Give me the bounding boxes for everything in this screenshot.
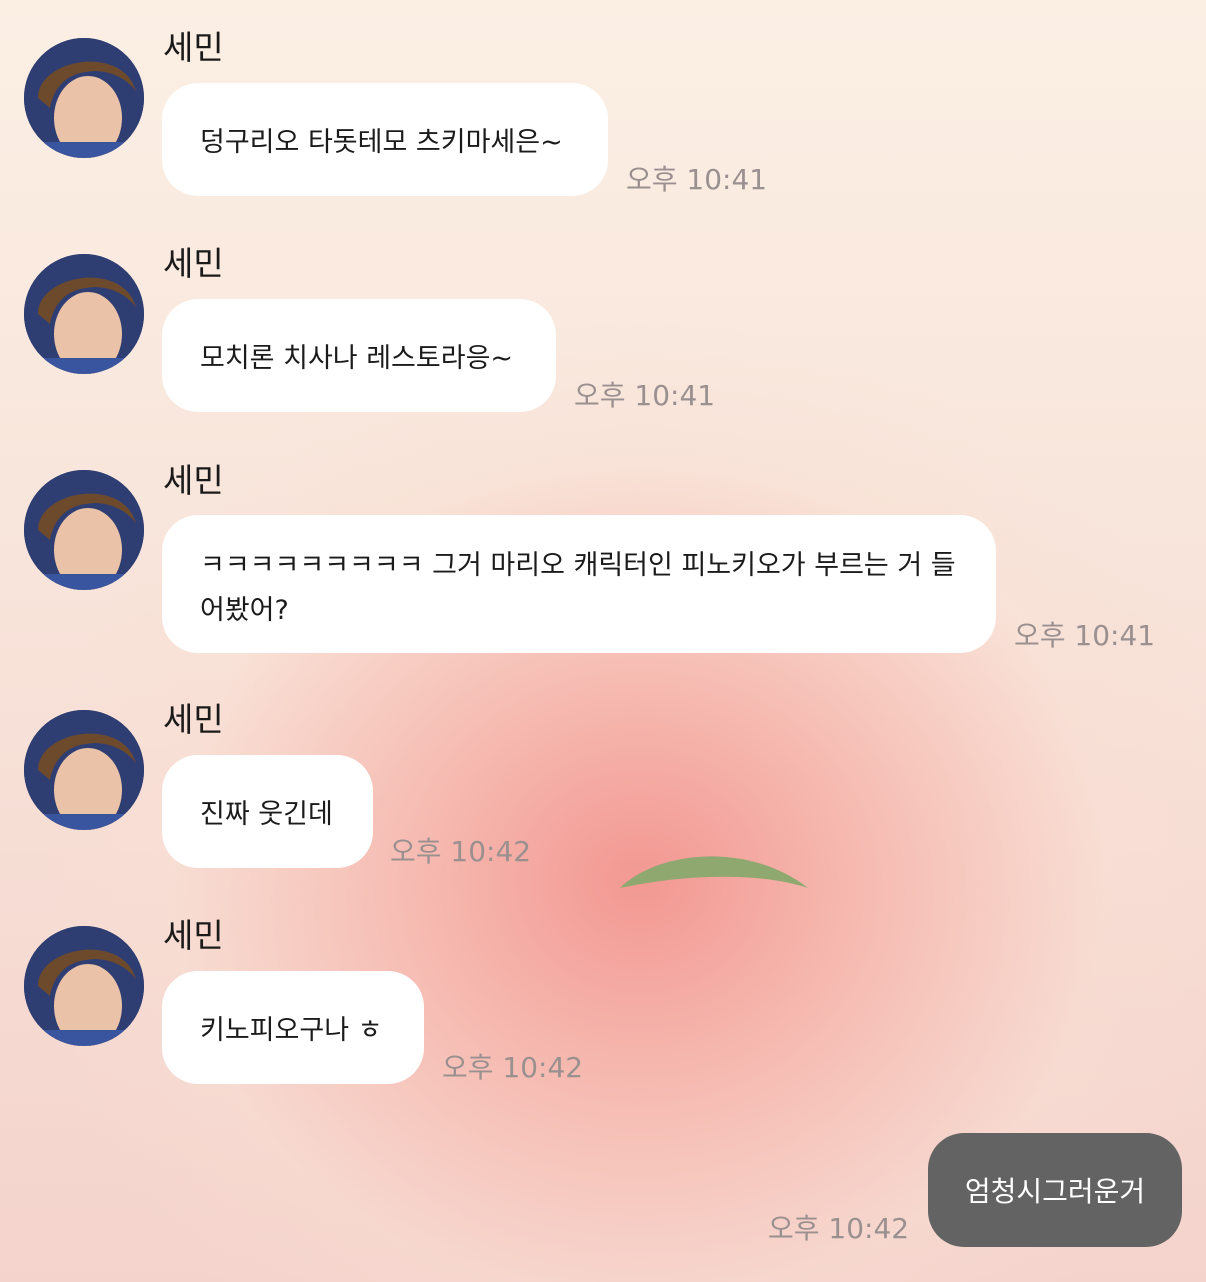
timestamp: 오후 10:41 [574, 379, 716, 412]
avatar[interactable] [24, 710, 144, 830]
sender-name: 세민 [163, 244, 224, 283]
timestamp: 오후 10:42 [768, 1212, 910, 1245]
my-message-bubble[interactable]: 엄청시그러운거 [928, 1133, 1182, 1247]
timestamp: 오후 10:41 [626, 163, 768, 196]
avatar[interactable] [24, 926, 144, 1046]
timestamp: 오후 10:42 [442, 1051, 584, 1084]
message-bubble[interactable]: 모치론 치사나 레스토라응~ [162, 299, 556, 412]
message-bubble[interactable]: ㅋㅋㅋㅋㅋㅋㅋㅋㅋ 그거 마리오 캐릭터인 피노키오가 부르는 거 들어봤어? [162, 515, 996, 653]
avatar[interactable] [24, 38, 144, 158]
message-text: 진짜 웃긴데 [200, 799, 333, 830]
message-text: 엄청시그러운거 [964, 1175, 1146, 1208]
timestamp: 오후 10:41 [1014, 619, 1156, 652]
message-bubble[interactable]: 진짜 웃긴데 [162, 755, 373, 868]
sender-name: 세민 [163, 461, 224, 500]
message-text: 키노피오구나 ㅎ [200, 1015, 383, 1046]
sender-name: 세민 [163, 700, 224, 739]
message-bubble[interactable]: 덩구리오 타돗테모 츠키마세은~ [162, 83, 608, 196]
message-text: 모치론 치사나 레스토라응~ [200, 343, 514, 374]
sender-name: 세민 [163, 28, 224, 67]
avatar[interactable] [24, 470, 144, 590]
leaf-icon [620, 856, 808, 888]
message-bubble[interactable]: 키노피오구나 ㅎ [162, 971, 424, 1084]
message-text: ㅋㅋㅋㅋㅋㅋㅋㅋㅋ 그거 마리오 캐릭터인 피노키오가 부르는 거 들어봤어? [200, 550, 956, 626]
message-text: 덩구리오 타돗테모 츠키마세은~ [200, 127, 563, 158]
sender-name: 세민 [163, 916, 224, 955]
timestamp: 오후 10:42 [390, 835, 532, 868]
avatar[interactable] [24, 254, 144, 374]
